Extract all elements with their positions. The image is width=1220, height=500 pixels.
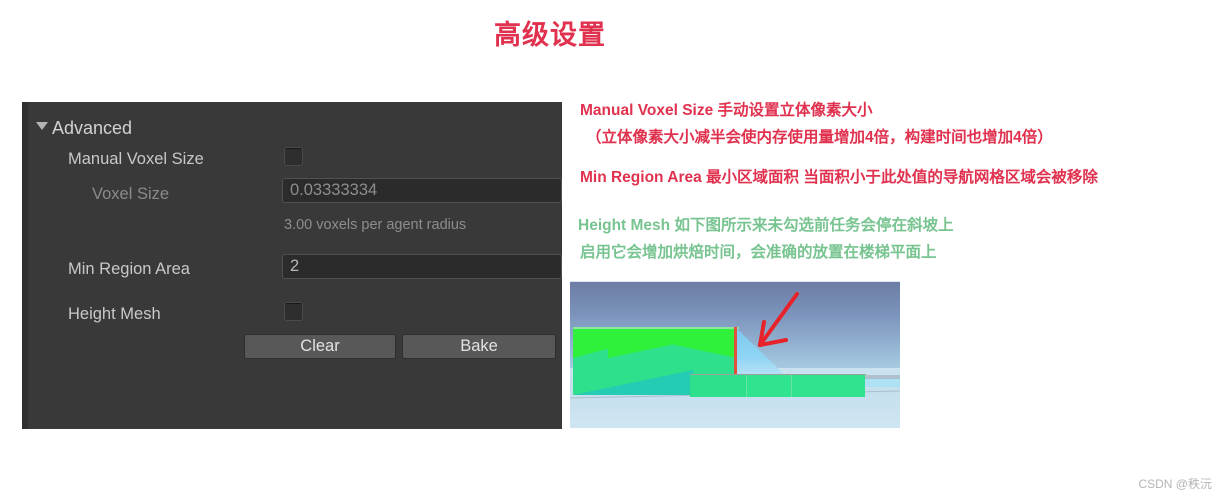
height-mesh-checkbox[interactable]	[284, 302, 303, 321]
manual-voxel-size-label: Manual Voxel Size	[68, 150, 204, 168]
annotation-min-region-area: Min Region Area 最小区域面积 当面积小于此处值的导航网格区域会被…	[580, 169, 1098, 186]
annotation-manual-voxel-size-line2: （立体像素大小减半会使内存使用量增加4倍，构建时间也增加4倍）	[586, 129, 1053, 146]
clear-button[interactable]: Clear	[244, 334, 396, 359]
min-region-area-label: Min Region Area	[68, 260, 190, 278]
annotation-height-mesh-line2: 启用它会增加烘焙时间，会准确的放置在楼梯平面上	[580, 244, 937, 261]
advanced-foldout-label: Advanced	[52, 118, 133, 138]
manual-voxel-size-checkbox[interactable]	[284, 147, 303, 166]
voxel-size-label: Voxel Size	[92, 185, 170, 203]
foldout-triangle-icon[interactable]	[36, 122, 48, 130]
voxel-size-hint: 3.00 voxels per agent radius	[284, 217, 467, 233]
height-mesh-label: Height Mesh	[68, 305, 161, 323]
min-region-area-input[interactable]: 2	[282, 254, 562, 279]
page-title: 高级设置	[494, 20, 606, 50]
voxel-size-input[interactable]: 0.03333334	[282, 178, 562, 203]
red-arrow-annotation-icon	[758, 292, 799, 347]
csdn-watermark: CSDN @秩沅	[1138, 477, 1212, 491]
annotation-height-mesh-line1: Height Mesh 如下图所示来未勾选前任务会停在斜坡上	[578, 217, 954, 234]
annotation-manual-voxel-size-line1: Manual Voxel Size 手动设置立体像素大小	[580, 102, 873, 119]
navmesh-scene-screenshot	[570, 281, 900, 428]
bake-button[interactable]: Bake	[402, 334, 556, 359]
unity-inspector-panel: Advanced Manual Voxel Size Voxel Size 0.…	[22, 102, 562, 429]
